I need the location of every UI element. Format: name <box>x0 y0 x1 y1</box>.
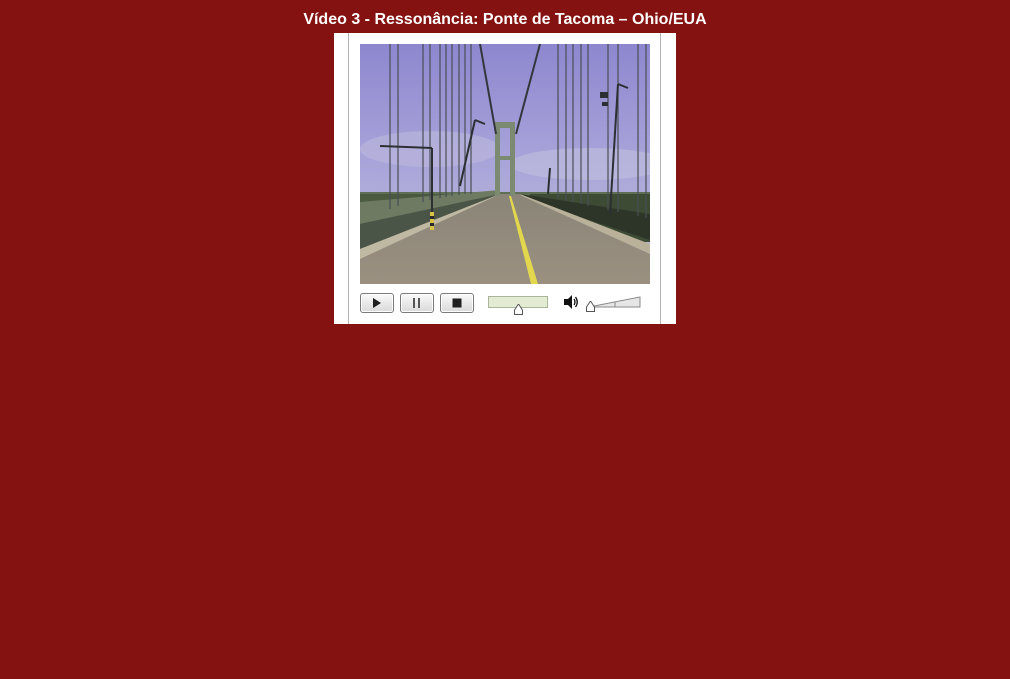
stop-icon <box>452 298 462 308</box>
stop-button[interactable] <box>440 293 474 313</box>
play-button[interactable] <box>360 293 394 313</box>
video-still-image <box>360 44 650 284</box>
volume-slider[interactable] <box>585 295 641 312</box>
volume-ramp <box>588 296 641 308</box>
video-frame[interactable] <box>360 44 650 284</box>
frame-divider-left <box>348 33 349 324</box>
play-icon <box>373 298 381 308</box>
page-title: Vídeo 3 - Ressonância: Ponte de Tacoma –… <box>303 11 707 28</box>
player-controls <box>360 293 650 315</box>
pause-button[interactable] <box>400 293 434 313</box>
speaker-icon[interactable] <box>563 294 579 310</box>
seek-thumb[interactable] <box>514 304 524 315</box>
frame-divider-right <box>660 33 661 324</box>
volume-thumb[interactable] <box>585 301 595 312</box>
seek-bar[interactable] <box>488 296 548 315</box>
video-player <box>334 33 676 324</box>
page: Vídeo 3 - Ressonância: Ponte de Tacoma –… <box>0 0 1010 679</box>
pause-icon <box>413 298 420 308</box>
